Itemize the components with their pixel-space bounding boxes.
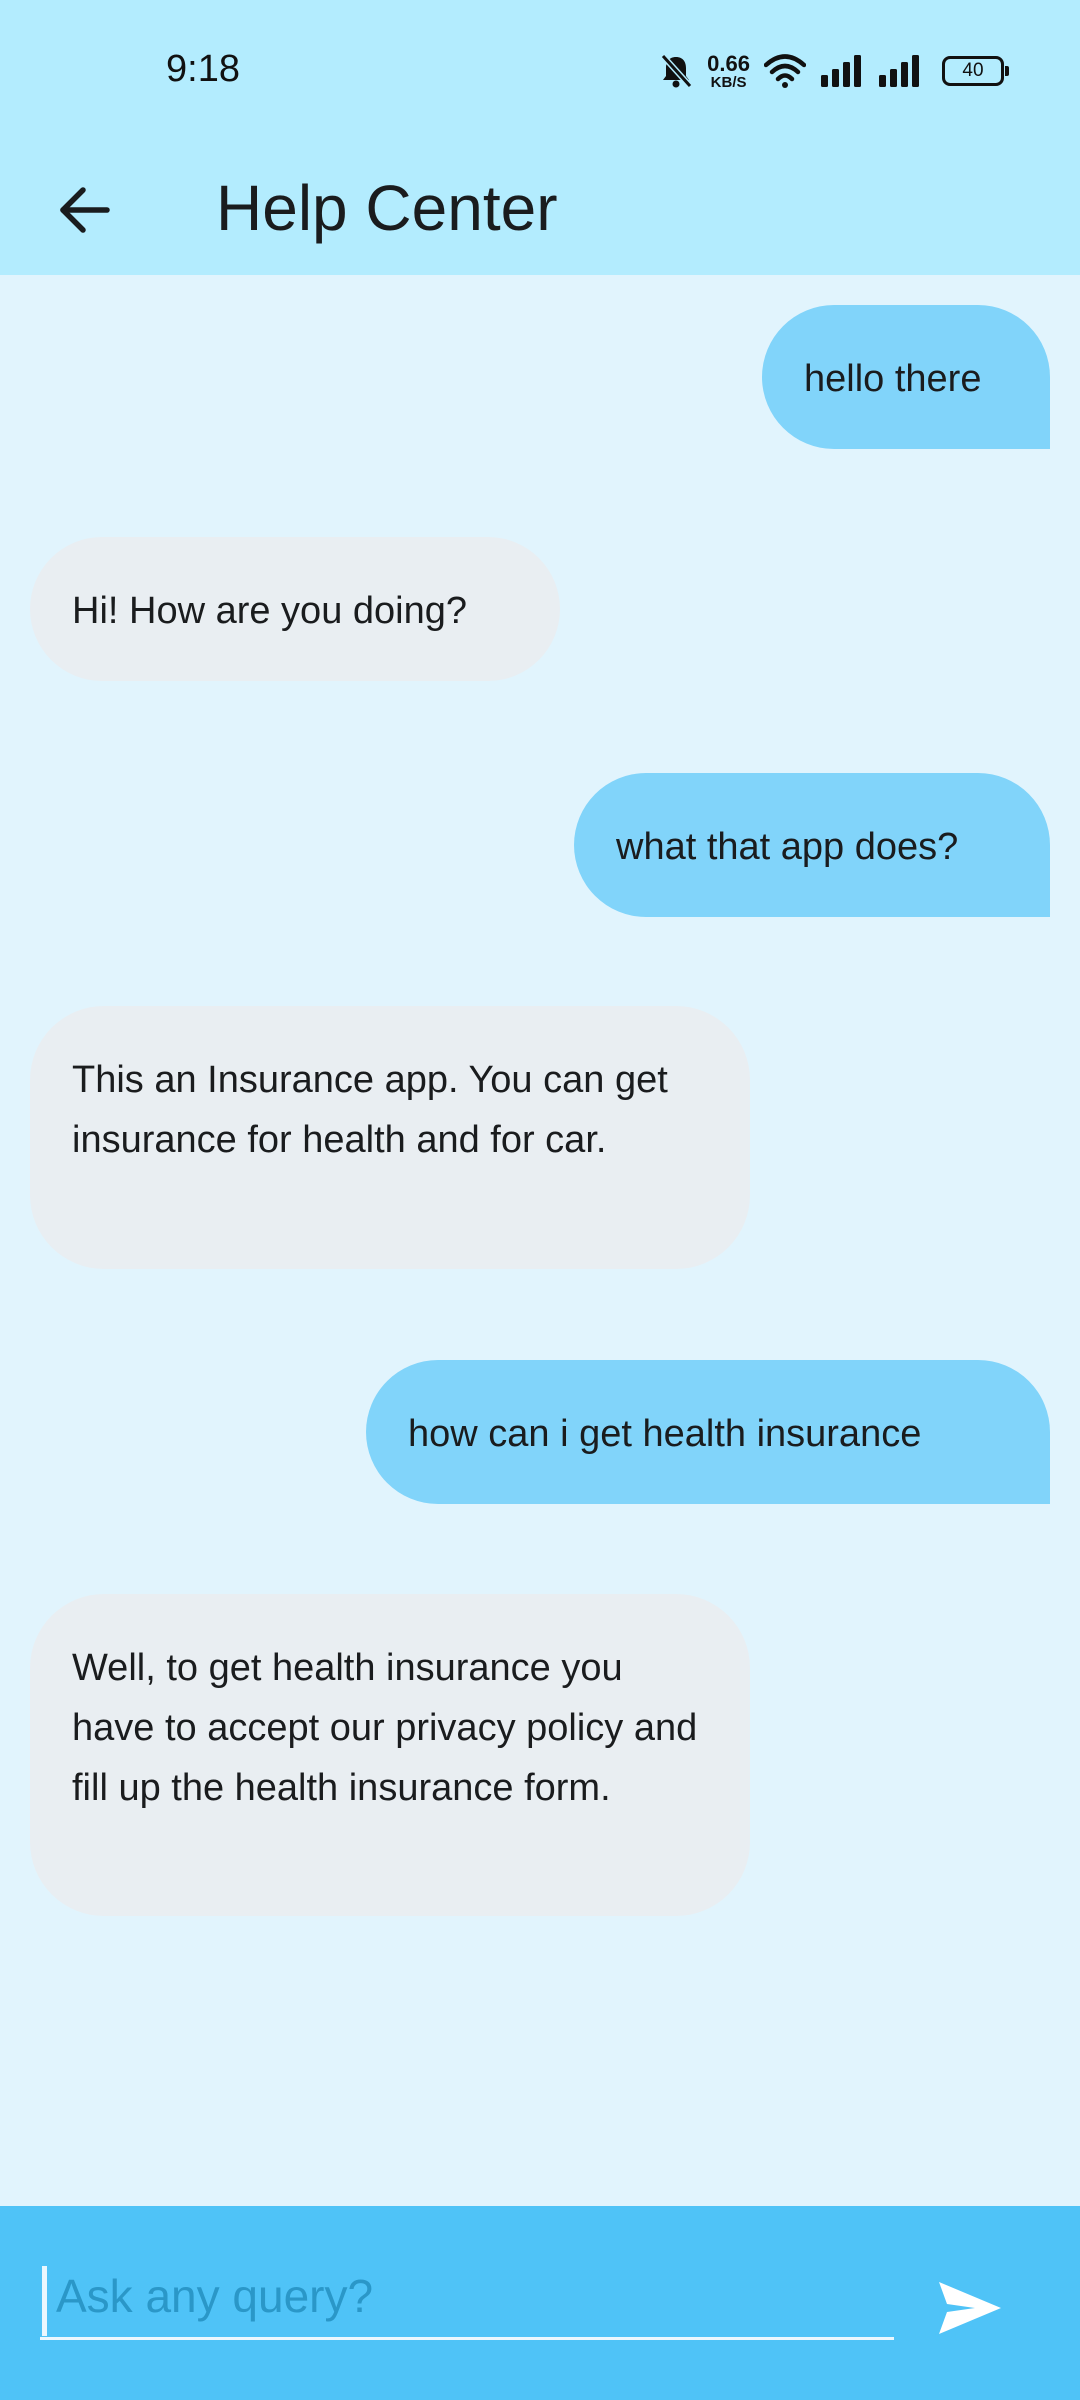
message-bubble-sent: hello there xyxy=(762,305,1050,449)
back-button[interactable] xyxy=(40,170,130,250)
page-title: Help Center xyxy=(216,171,558,244)
input-bar xyxy=(0,2206,1080,2400)
wifi-icon xyxy=(764,54,806,88)
text-cursor xyxy=(42,2266,47,2336)
battery-icon: 40 xyxy=(942,56,1009,86)
signal-icon xyxy=(878,55,922,87)
query-input[interactable] xyxy=(56,2258,876,2334)
net-speed-unit: KB/S xyxy=(710,73,747,91)
app-bar: Help Center xyxy=(0,140,1080,275)
net-speed: 0.66 KB/S xyxy=(707,50,750,91)
signal-icon xyxy=(820,55,864,87)
arrow-back-icon xyxy=(60,187,110,233)
bell-off-icon xyxy=(659,53,693,89)
send-button[interactable] xyxy=(920,2258,1020,2358)
message-bubble-received: This an Insurance app. You can get insur… xyxy=(30,1006,750,1269)
status-bar: 9:18 0.66 KB/S 40 xyxy=(0,0,1080,140)
battery-level: 40 xyxy=(962,60,984,81)
message-bubble-received: Hi! How are you doing? xyxy=(30,537,560,681)
query-field[interactable] xyxy=(40,2258,894,2340)
help-center-screen: 9:18 0.66 KB/S 40 Help Center hello ther… xyxy=(0,0,1080,2400)
message-bubble-sent: what that app does? xyxy=(574,773,1050,917)
status-time: 9:18 xyxy=(166,48,240,90)
net-speed-value: 0.66 xyxy=(707,50,750,76)
status-icons: 0.66 KB/S 40 xyxy=(659,48,1009,94)
send-icon xyxy=(939,2282,1001,2334)
message-bubble-sent: how can i get health insurance xyxy=(366,1360,1050,1504)
chat-messages: hello there Hi! How are you doing? what … xyxy=(0,275,1080,2206)
message-bubble-received: Well, to get health insurance you have t… xyxy=(30,1594,750,1916)
